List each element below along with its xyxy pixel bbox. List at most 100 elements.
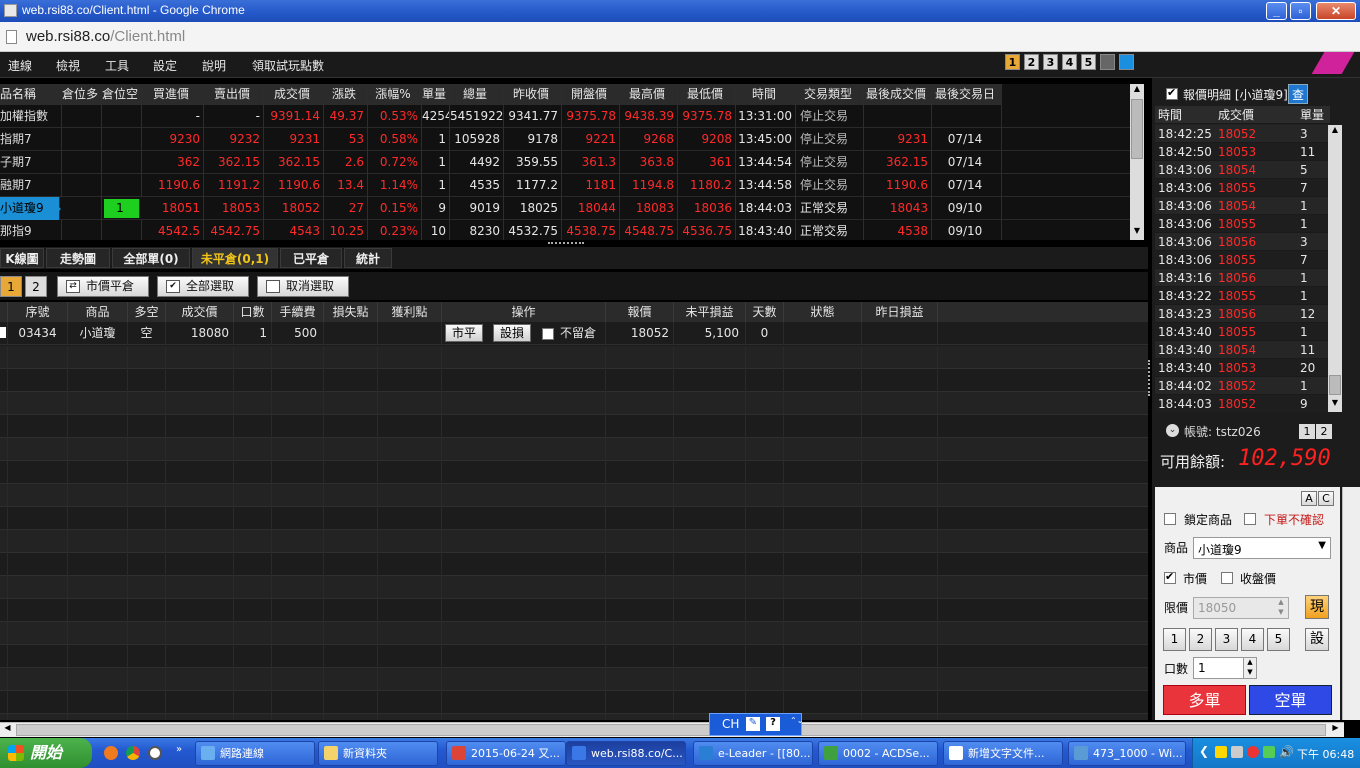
menu-settings[interactable]: 設定 bbox=[153, 57, 177, 74]
quote-header-name[interactable]: 品名稱 bbox=[0, 84, 62, 105]
qty-preset-1[interactable]: 1 bbox=[1163, 628, 1186, 651]
menu-help[interactable]: 說明 bbox=[202, 57, 226, 74]
quote-header-last[interactable]: 成交價 bbox=[264, 84, 324, 105]
tab-statistics[interactable]: 統計 bbox=[344, 248, 392, 268]
quote-header-low[interactable]: 最低價 bbox=[678, 84, 736, 105]
layout-1-button[interactable]: 1 bbox=[1005, 54, 1020, 70]
tick-scrollbar[interactable]: ▲ ▼ bbox=[1328, 125, 1342, 412]
menu-tools[interactable]: 工具 bbox=[105, 57, 129, 74]
qty-up-icon[interactable]: ▲ bbox=[1244, 658, 1256, 666]
product-select[interactable]: 小道瓊9 ▼ bbox=[1193, 537, 1331, 559]
url-text[interactable]: web.rsi88.co/Client.html bbox=[26, 28, 185, 45]
limit-down-icon[interactable]: ▼ bbox=[1274, 608, 1288, 618]
quote-header-open[interactable]: 開盤價 bbox=[562, 84, 620, 105]
limit-price-input[interactable]: 18050 ▲ ▼ bbox=[1193, 597, 1289, 619]
minimize-button[interactable]: _ bbox=[1266, 2, 1287, 20]
tick-detail-checkbox[interactable] bbox=[1166, 86, 1178, 100]
quote-header-vol[interactable]: 單量 bbox=[422, 84, 450, 105]
layout-3-button[interactable]: 3 bbox=[1043, 54, 1058, 70]
deselect-button[interactable]: 取消選取 bbox=[257, 276, 349, 297]
quote-header-last-trade[interactable]: 最後成交價 bbox=[864, 84, 932, 105]
set-presets-button[interactable]: 設 bbox=[1305, 628, 1329, 651]
tick-query-button[interactable]: 查 bbox=[1288, 84, 1308, 104]
qty-preset-2[interactable]: 2 bbox=[1189, 628, 1212, 651]
set-stop-button[interactable]: 設損 bbox=[493, 324, 531, 342]
layout-4-button[interactable]: 4 bbox=[1062, 54, 1077, 70]
tab-closed-positions[interactable]: 已平倉 bbox=[280, 248, 342, 268]
qty-preset-5[interactable]: 5 bbox=[1267, 628, 1290, 651]
positions-page-1[interactable]: 1 bbox=[0, 276, 22, 297]
sell-short-button[interactable]: 空單 bbox=[1249, 685, 1332, 715]
splitter-handle[interactable] bbox=[548, 242, 584, 245]
task-rsi88[interactable]: web.rsi88.co/C... bbox=[566, 741, 686, 766]
tray-expand-icon[interactable]: ❮ bbox=[1199, 744, 1209, 758]
no-overnight-checkbox[interactable] bbox=[542, 328, 554, 340]
quote-scrollbar[interactable]: ▲ ▼ bbox=[1130, 84, 1144, 240]
firefox-icon[interactable] bbox=[104, 746, 118, 760]
quote-header-bid[interactable]: 買進價 bbox=[142, 84, 204, 105]
page-horizontal-scrollbar[interactable]: ◀ ▶ bbox=[0, 722, 1344, 737]
order-scrollbar[interactable] bbox=[1342, 487, 1360, 720]
select-all-button[interactable]: ✔ 全部選取 bbox=[157, 276, 249, 297]
quote-row[interactable]: 加權指數 - -9391.14 49.37 0.53% 4254 5451922 9341.7… bbox=[0, 105, 1130, 128]
positions-page-2[interactable]: 2 bbox=[25, 276, 47, 297]
task-eleader[interactable]: e-Leader - [[80... bbox=[693, 741, 813, 766]
task-new-folder[interactable]: 新資料夾 bbox=[318, 741, 438, 766]
tab-trend[interactable]: 走勢圖 bbox=[46, 248, 110, 268]
quote-row[interactable]: 小道瓊9 1 18051 18053 18052 27 0.15% 9 9019 18025 180… bbox=[0, 197, 1130, 220]
ime-mode-icon[interactable]: ✎ bbox=[746, 717, 760, 731]
quicklaunch-more-icon[interactable]: » bbox=[176, 744, 182, 755]
quote-header-long[interactable]: 倉位多 bbox=[62, 84, 102, 105]
account-page-2[interactable]: 2 bbox=[1316, 424, 1332, 439]
qty-preset-4[interactable]: 4 bbox=[1241, 628, 1264, 651]
quote-row[interactable]: 融期7 1190.6 1191.2 1190.6 13.4 1.14% 1 4535 1177.… bbox=[0, 174, 1130, 197]
position-row[interactable]: 03434 小道瓊 空 18080 1 500 市平 設損 不留倉 18052 … bbox=[0, 322, 1148, 345]
quote-header-prev[interactable]: 昨收價 bbox=[504, 84, 562, 105]
qty-preset-3[interactable]: 3 bbox=[1215, 628, 1238, 651]
tab-kline[interactable]: K線圖 bbox=[0, 248, 44, 268]
qty-down-icon[interactable]: ▼ bbox=[1244, 668, 1256, 676]
ime-help-icon[interactable]: ? bbox=[766, 717, 780, 731]
chrome-icon[interactable] bbox=[126, 746, 140, 760]
market-close-button[interactable]: ⇄ 市價平倉 bbox=[57, 276, 149, 297]
window-layout-icon[interactable] bbox=[1100, 54, 1115, 70]
quote-header-change[interactable]: 漲跌 bbox=[324, 84, 368, 105]
qty-stepper[interactable]: ▲ ▼ bbox=[1243, 657, 1257, 679]
quote-row[interactable]: 那指9 4542.5 4542.75 4543 10.25 0.23% 10 8230 4532… bbox=[0, 220, 1130, 240]
closing-price-checkbox[interactable] bbox=[1221, 572, 1233, 584]
tab-all-orders[interactable]: 全部單(0) bbox=[112, 248, 190, 268]
menu-view[interactable]: 檢視 bbox=[56, 57, 80, 74]
quote-header-ask[interactable]: 賣出價 bbox=[204, 84, 264, 105]
task-text-doc[interactable]: 新增文字文件... bbox=[943, 741, 1063, 766]
quote-row[interactable]: 子期7 362 362.15 362.15 2.6 0.72% 1 4492 359.55 361… bbox=[0, 151, 1130, 174]
ime-bar[interactable]: CH ✎ ? ⌃⌄ bbox=[709, 713, 803, 736]
tray-network-icon[interactable] bbox=[1231, 746, 1243, 758]
row-select-checkbox[interactable] bbox=[0, 322, 8, 345]
account-page-1[interactable]: 1 bbox=[1299, 424, 1315, 439]
market-close-row-button[interactable]: 市平 bbox=[445, 324, 483, 342]
address-bar[interactable]: web.rsi88.co/Client.html bbox=[0, 22, 1360, 52]
quote-header-short[interactable]: 倉位空 bbox=[102, 84, 142, 105]
layout-5-button[interactable]: 5 bbox=[1081, 54, 1096, 70]
close-button[interactable]: ✕ bbox=[1316, 2, 1356, 20]
ime-options-icon[interactable]: ⌃⌄ bbox=[790, 716, 803, 725]
task-network[interactable]: 網路連線 bbox=[195, 741, 315, 766]
limit-up-icon[interactable]: ▲ bbox=[1274, 598, 1288, 608]
quote-header-last-date[interactable]: 最後交易日 bbox=[932, 84, 1002, 105]
market-price-checkbox[interactable] bbox=[1164, 570, 1176, 584]
account-collapse-icon[interactable]: ⌄ bbox=[1166, 424, 1179, 437]
layout-2-button[interactable]: 2 bbox=[1024, 54, 1039, 70]
maximize-button[interactable]: ▫ bbox=[1290, 2, 1311, 20]
quote-header-total[interactable]: 總量 bbox=[450, 84, 504, 105]
start-button[interactable]: 開始 bbox=[0, 738, 92, 768]
clock-app-icon[interactable] bbox=[148, 746, 162, 760]
order-a-button[interactable]: A bbox=[1301, 491, 1317, 506]
tray-ime-icon[interactable] bbox=[1215, 746, 1227, 758]
task-image[interactable]: 473_1000 - Wi... bbox=[1068, 741, 1186, 766]
lock-product-checkbox[interactable] bbox=[1164, 513, 1176, 525]
tab-open-positions[interactable]: 未平倉(0,1) bbox=[192, 248, 278, 268]
quote-header-high[interactable]: 最高價 bbox=[620, 84, 678, 105]
task-acdsee[interactable]: 0002 - ACDSe... bbox=[818, 741, 938, 766]
buy-long-button[interactable]: 多單 bbox=[1163, 685, 1246, 715]
menu-trial-points[interactable]: 領取試玩點數 bbox=[252, 57, 324, 74]
